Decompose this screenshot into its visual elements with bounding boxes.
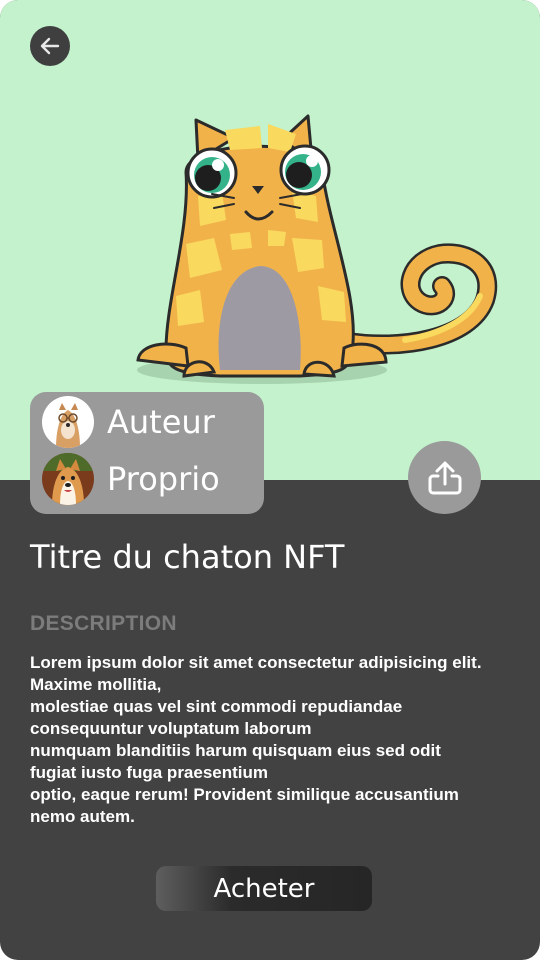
description-line: molestiae quas vel sint commodi repudian… [30, 697, 403, 716]
description-line: Lorem ipsum dolor sit amet consectetur a… [30, 653, 482, 672]
description-line: optio, eaque rerum! Provident similique … [30, 785, 459, 804]
description-line: numquam blanditiis harum quisquam eius s… [30, 741, 441, 760]
description-line: Maxime mollitia, [30, 675, 162, 694]
buy-button[interactable]: Acheter [156, 866, 372, 911]
owner-row[interactable]: Proprio [42, 453, 220, 505]
share-upload-icon [428, 461, 461, 494]
back-button[interactable] [30, 26, 70, 66]
arrow-left-icon [40, 37, 60, 55]
people-card: Auteur Proprio [30, 392, 264, 514]
author-row[interactable]: Auteur [42, 396, 215, 448]
description-line: fugiat iusto fuga praesentium [30, 763, 269, 782]
owner-avatar [42, 453, 94, 505]
owner-label: Proprio [107, 460, 220, 498]
share-button[interactable] [408, 441, 481, 514]
author-avatar [42, 396, 94, 448]
description-text: Lorem ipsum dolor sit amet consectetur a… [30, 652, 520, 828]
description-heading: DESCRIPTION [30, 612, 177, 635]
cat-paws [136, 342, 190, 368]
description-line: consequuntur voluptatum laborum [30, 719, 312, 738]
nft-detail-screen: Auteur Proprio Titre du chaton NFT DESCR… [0, 0, 540, 960]
cat-nft-image [136, 114, 498, 384]
description-line: nemo autem. [30, 807, 135, 826]
author-label: Auteur [107, 403, 215, 441]
nft-title: Titre du chaton NFT [30, 538, 345, 576]
